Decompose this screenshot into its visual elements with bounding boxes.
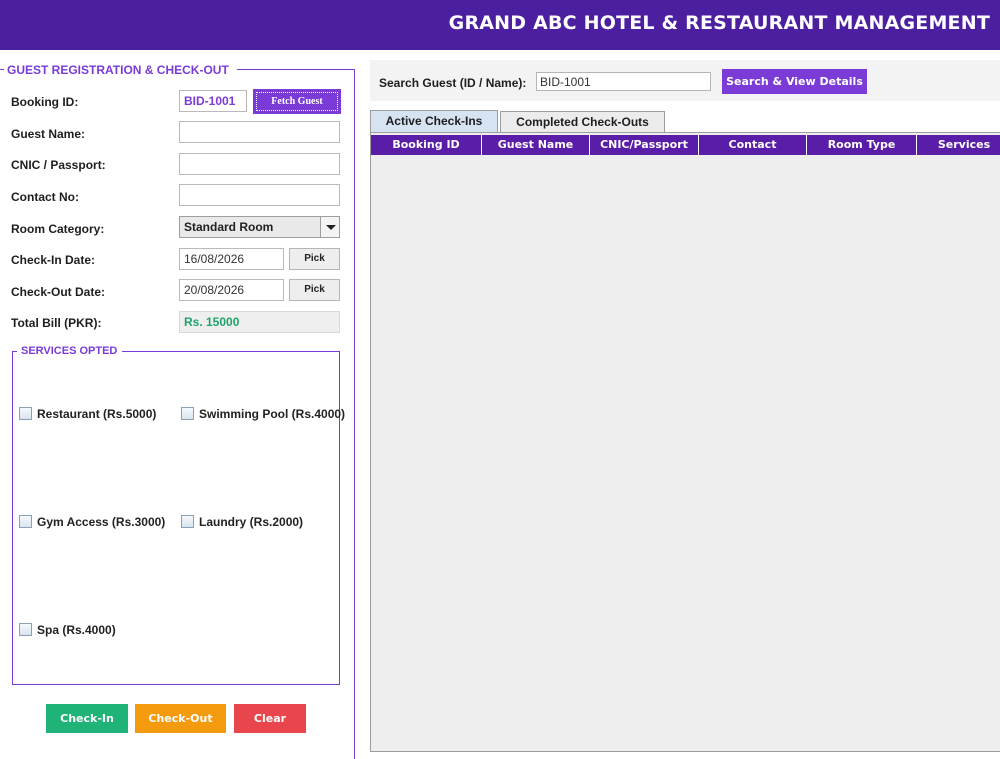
app-header: GRAND ABC HOTEL & RESTAURANT MANAGEMENT (0, 0, 1000, 50)
fetch-guest-button[interactable]: Fetch Guest (253, 89, 341, 114)
pick-checkin-button[interactable]: Pick (289, 248, 340, 270)
pick-checkout-button[interactable]: Pick (289, 279, 340, 301)
registration-section-title: GUEST REGISTRATION & CHECK-OUT (4, 63, 237, 77)
clear-button[interactable]: Clear (234, 704, 306, 733)
services-title: SERVICES OPTED (17, 345, 123, 357)
checkbox-icon[interactable] (19, 407, 32, 420)
service-label: Swimming Pool (Rs.4000) (199, 407, 346, 421)
records-table: Booking ID Guest Name CNIC/Passport Cont… (370, 132, 1000, 752)
service-gym-checkbox[interactable]: Gym Access (Rs.3000) (19, 515, 165, 529)
service-restaurant-checkbox[interactable]: Restaurant (Rs.5000) (19, 407, 156, 421)
service-label: Laundry (Rs.2000) (199, 515, 304, 529)
cnic-label: CNIC / Passport: (11, 158, 106, 172)
search-label: Search Guest (ID / Name): (379, 76, 527, 90)
cnic-input[interactable] (179, 153, 340, 175)
service-laundry-checkbox[interactable]: Laundry (Rs.2000) (181, 515, 303, 529)
check-out-button[interactable]: Check-Out (135, 704, 226, 733)
checkin-date-label: Check-In Date: (11, 253, 96, 267)
service-label: Restaurant (Rs.5000) (37, 407, 157, 421)
guest-name-label: Guest Name: (11, 127, 86, 141)
guest-name-input[interactable] (179, 121, 340, 143)
check-in-button[interactable]: Check-In (46, 704, 128, 733)
registration-panel: GUEST REGISTRATION & CHECK-OUT Booking I… (0, 50, 362, 759)
total-bill-label: Total Bill (PKR): (11, 316, 102, 330)
total-bill-field (179, 311, 340, 333)
search-view-button[interactable]: Search & View Details (722, 69, 867, 94)
booking-id-label: Booking ID: (11, 95, 79, 109)
checkout-date-label: Check-Out Date: (11, 285, 106, 299)
column-header-booking-id[interactable]: Booking ID (371, 135, 482, 155)
chevron-down-icon[interactable] (320, 217, 339, 237)
contact-input[interactable] (179, 184, 340, 206)
checkin-date-input[interactable] (179, 248, 284, 270)
column-header-cnic[interactable]: CNIC/Passport (590, 135, 699, 155)
room-category-label: Room Category: (11, 222, 105, 236)
column-header-services[interactable]: Services (917, 135, 1000, 155)
booking-id-input[interactable] (179, 90, 247, 112)
service-label: Gym Access (Rs.3000) (37, 515, 166, 529)
table-header: Booking ID Guest Name CNIC/Passport Cont… (371, 135, 1000, 155)
checkbox-icon[interactable] (19, 623, 32, 636)
checkbox-icon[interactable] (181, 515, 194, 528)
search-bar: Search Guest (ID / Name): Search & View … (370, 60, 1000, 101)
checkbox-icon[interactable] (19, 515, 32, 528)
search-input[interactable] (536, 72, 711, 91)
service-spa-checkbox[interactable]: Spa (Rs.4000) (19, 623, 116, 637)
app-title: GRAND ABC HOTEL & RESTAURANT MANAGEMENT (448, 12, 990, 34)
records-panel: Search Guest (ID / Name): Search & View … (362, 50, 1000, 752)
column-header-guest-name[interactable]: Guest Name (482, 135, 590, 155)
tab-completed-check-outs[interactable]: Completed Check-Outs (500, 111, 665, 132)
checkbox-icon[interactable] (181, 407, 194, 420)
contact-label: Contact No: (11, 190, 79, 204)
room-category-select[interactable]: Standard Room (179, 216, 340, 238)
service-swimming-pool-checkbox[interactable]: Swimming Pool (Rs.4000) (181, 407, 345, 421)
fetch-guest-label: Fetch Guest (256, 92, 338, 111)
tab-active-check-ins[interactable]: Active Check-Ins (370, 110, 498, 132)
service-label: Spa (Rs.4000) (37, 623, 116, 637)
column-header-room-type[interactable]: Room Type (807, 135, 917, 155)
checkout-date-input[interactable] (179, 279, 284, 301)
column-header-contact[interactable]: Contact (699, 135, 807, 155)
room-category-value: Standard Room (184, 220, 274, 234)
